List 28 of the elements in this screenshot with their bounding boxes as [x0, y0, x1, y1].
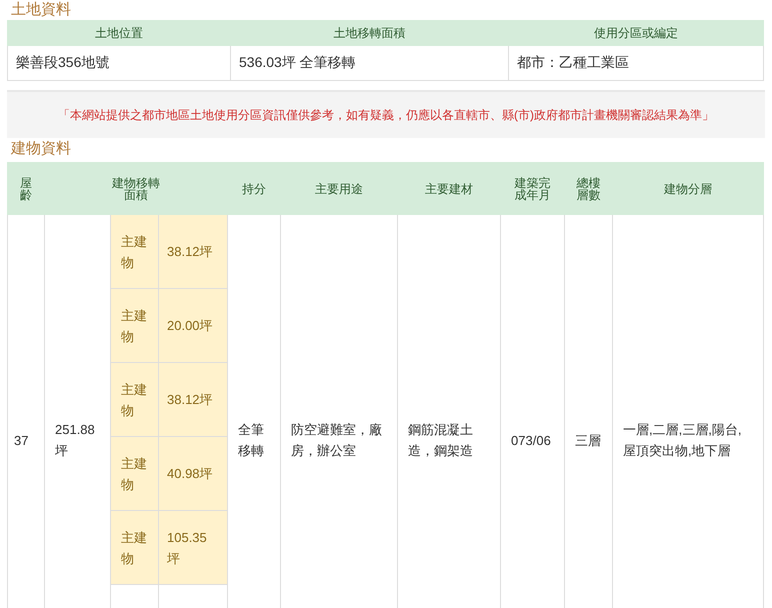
column-header: 建築完成年月 [514, 176, 551, 200]
table-cell: 37 [8, 214, 44, 608]
table-cell: 主建物 [110, 362, 158, 436]
table-cell: 38.12坪 [158, 362, 228, 436]
column-header: 主要用途 [280, 162, 398, 214]
column-header: 使用分區或編定 [508, 20, 764, 46]
table-cell: 20.00坪 [158, 288, 228, 362]
column-header: 土地位置 [8, 20, 230, 46]
notice-text: 「本網站提供之都市地區土地使用分區資訊僅供參考，如有疑義，仍應以各直轄市、縣(市)政府都市計畫機關審認結果為準」 [58, 106, 714, 124]
table-cell: 主建物 [110, 510, 158, 584]
table-cell: 38.12坪 [158, 214, 228, 288]
table-cell: 都市：乙種工業區 [508, 46, 764, 80]
column-header: 主要建材 [398, 162, 501, 214]
table-cell: 主建物 [110, 436, 158, 510]
table-cell: 536.03坪 全筆移轉 [230, 46, 508, 80]
section-title: 建物資料 [11, 139, 71, 159]
table-cell: 樂善段356地號 [8, 46, 230, 80]
column-header: 屋齡 [20, 176, 32, 200]
table-cell: 40.98坪 [158, 436, 228, 510]
column-header: 總樓層數 [576, 176, 601, 200]
section-title: 土地資料 [11, 0, 71, 20]
column-header: 持分 [228, 162, 281, 214]
table-cell: 主建物 [110, 214, 158, 288]
column-header: 建物移轉面積 [112, 176, 160, 200]
column-header: 土地移轉面積 [230, 20, 508, 46]
table-cell: 主建物 [110, 288, 158, 362]
column-header: 建物分層 [612, 162, 764, 214]
table-cell: 105.35坪 [158, 510, 228, 584]
